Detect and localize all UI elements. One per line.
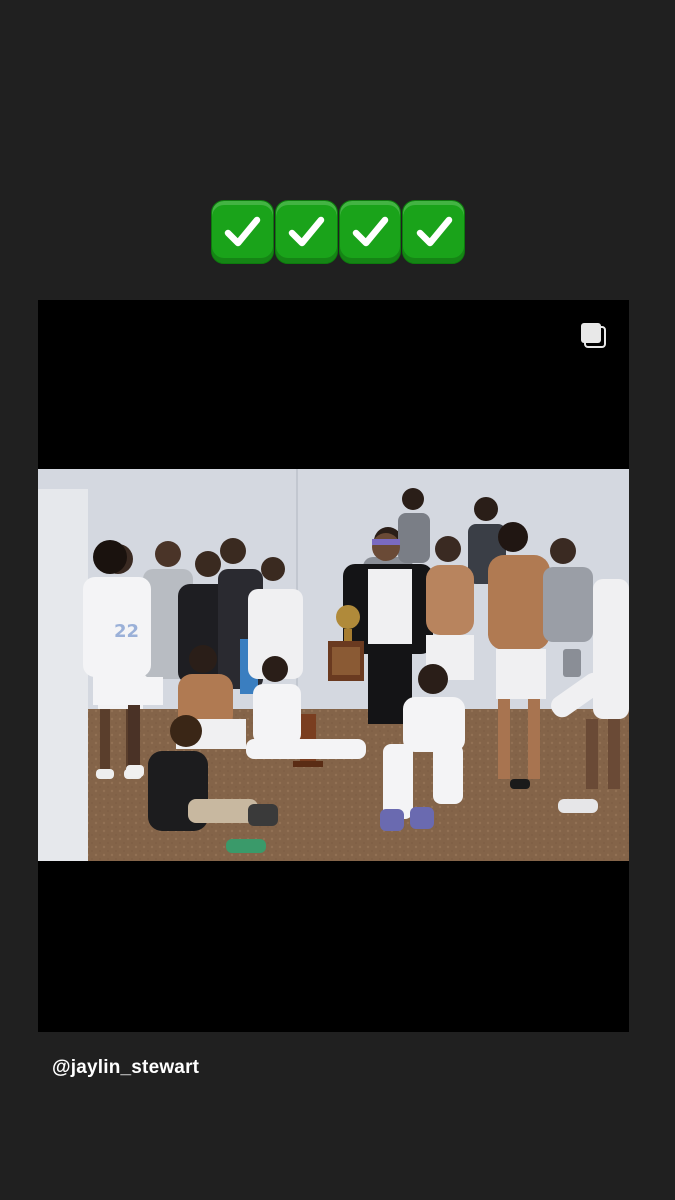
- svg-text:22: 22: [114, 621, 139, 642]
- check-mark-icon: [338, 200, 402, 264]
- check-mark-icon: [402, 200, 465, 264]
- check-mark-icon: [211, 200, 274, 264]
- team-celebration-photo: 22: [38, 469, 629, 861]
- mention-username[interactable]: @jaylin_stewart: [52, 1057, 199, 1079]
- checkmark-emoji-row: [211, 200, 465, 264]
- carousel-stack-icon: [579, 321, 609, 351]
- shared-post-card[interactable]: 22: [38, 300, 629, 1032]
- check-mark-icon: [274, 200, 338, 264]
- team-photo: 22: [38, 469, 629, 861]
